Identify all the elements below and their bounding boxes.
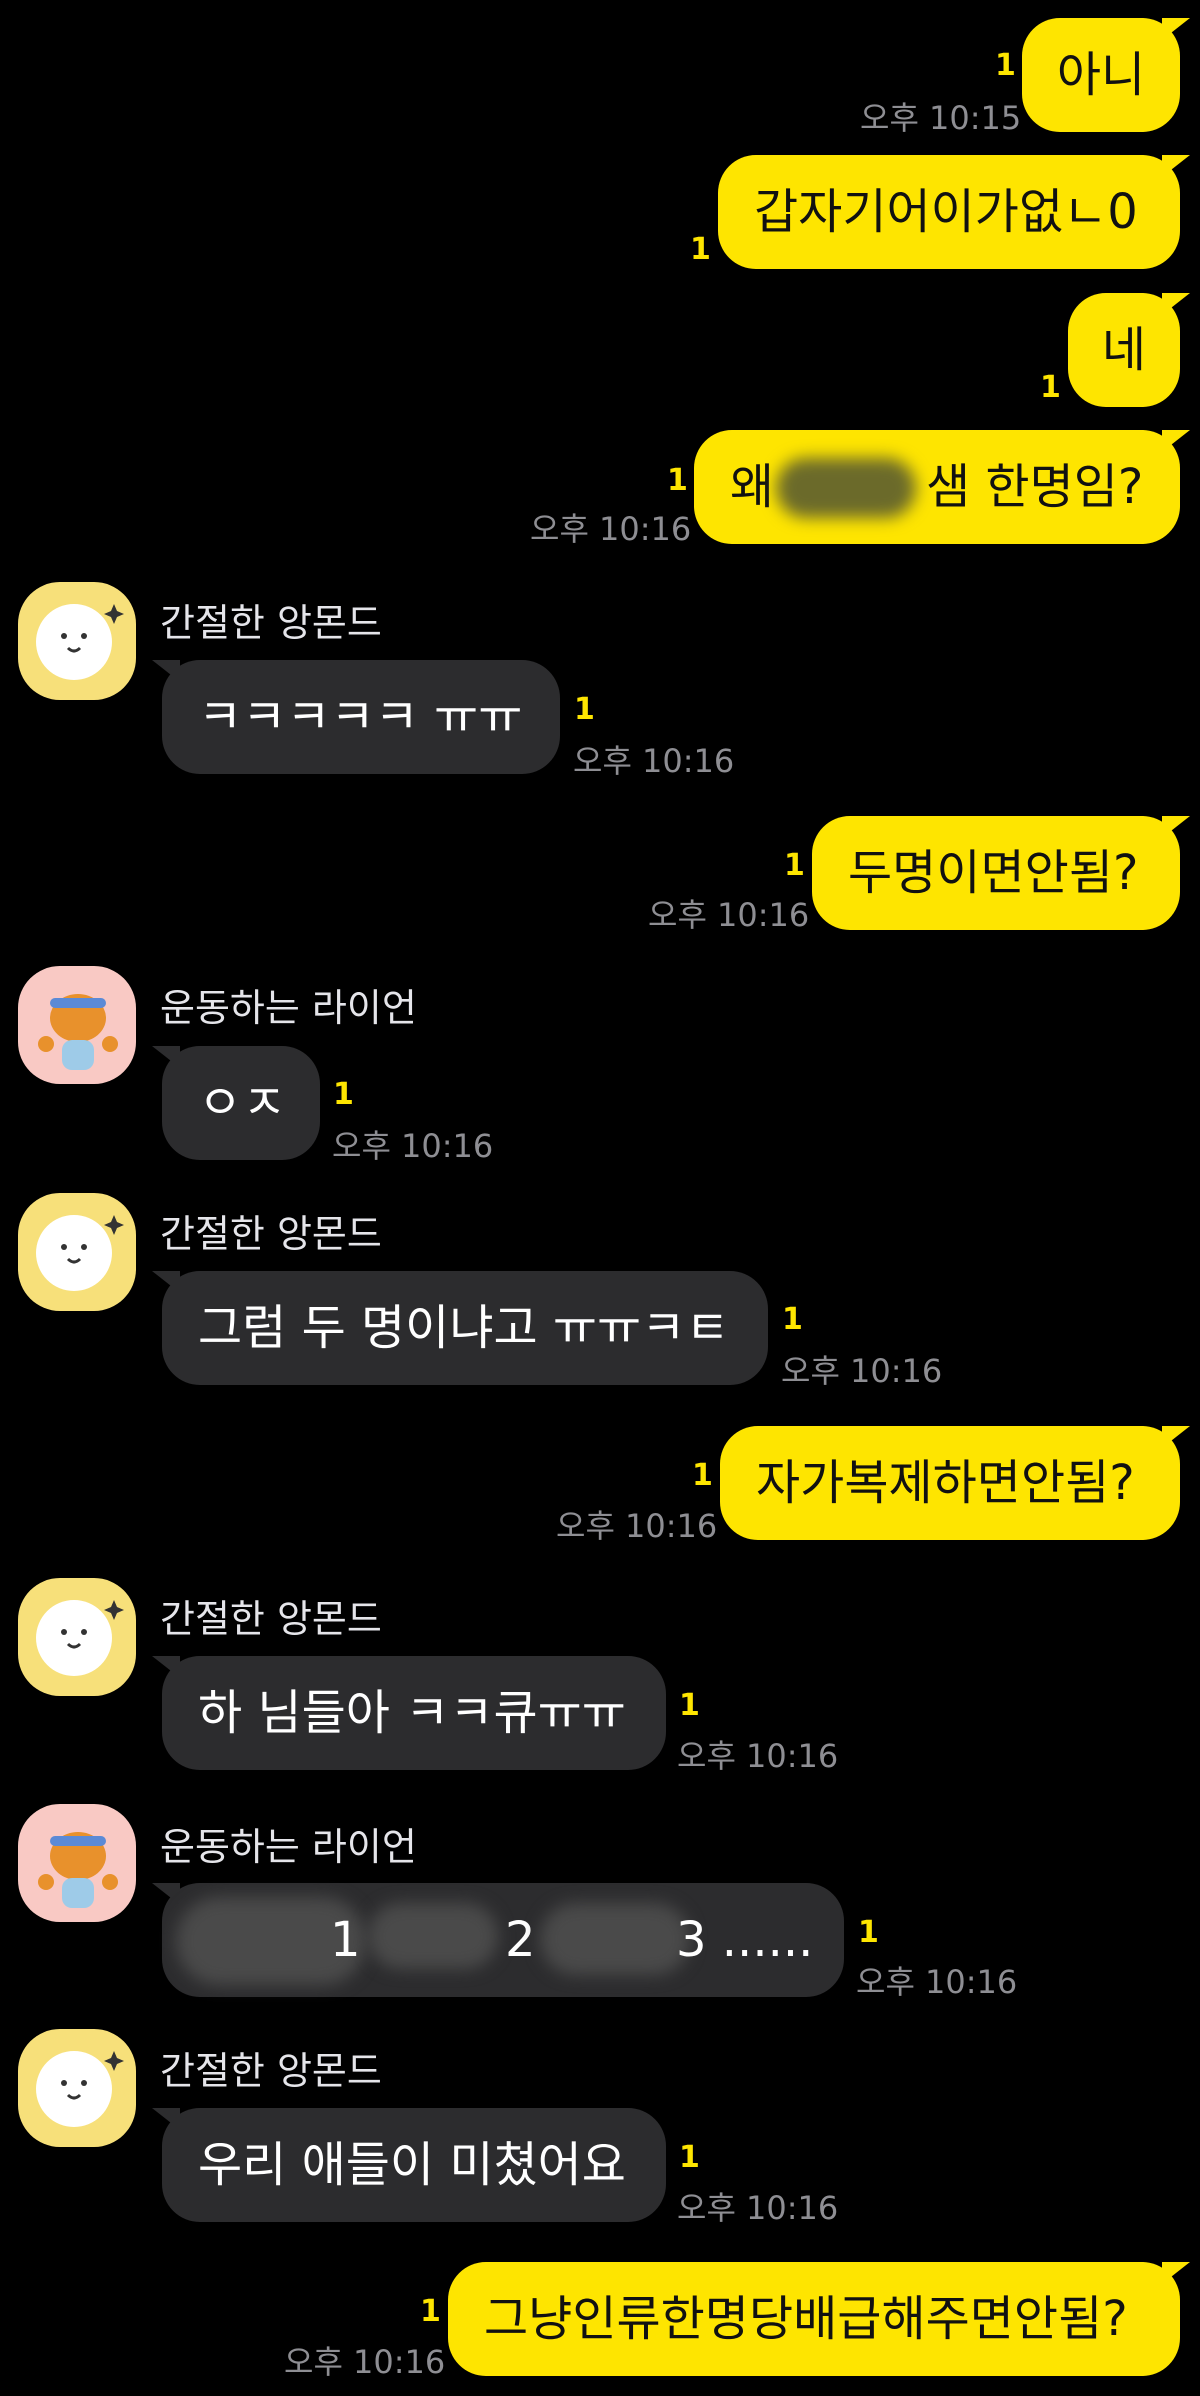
message-text: ㅇㅈ bbox=[198, 1075, 287, 1131]
timestamp: 오후 10:16 bbox=[648, 896, 810, 934]
unread-count: 1 bbox=[679, 1688, 700, 1723]
unread-count: 1 bbox=[333, 1077, 354, 1112]
timestamp: 오후 10:16 bbox=[677, 2189, 839, 2227]
message-text: 자가복제하면안됨? bbox=[756, 1455, 1135, 1511]
avatar-almond[interactable] bbox=[18, 582, 136, 700]
avatar-almond[interactable] bbox=[18, 2029, 136, 2147]
timestamp: 오후 10:16 bbox=[284, 2343, 446, 2381]
my-message-bubble[interactable]: 그냥인류한명당배급해주면안됨? bbox=[448, 2262, 1190, 2376]
ryan-character-icon bbox=[18, 1804, 136, 1922]
my-message-bubble[interactable]: 자가복제하면안됨? bbox=[720, 1426, 1190, 1540]
message-text: 2 bbox=[505, 1912, 536, 1968]
my-message-bubble[interactable]: 갑자기어이가없ㄴ0 bbox=[718, 155, 1190, 269]
my-message-bubble[interactable]: 아니 bbox=[1022, 18, 1190, 132]
message-text: 하 님들아 ㅋㅋ큐ㅠㅠ bbox=[198, 1685, 626, 1741]
avatar-ryan[interactable] bbox=[18, 1804, 136, 1922]
timestamp: 오후 10:16 bbox=[556, 1507, 718, 1545]
unread-count: 1 bbox=[679, 2140, 700, 2175]
almond-face-icon bbox=[18, 582, 136, 700]
message-text: 네 bbox=[1101, 322, 1147, 378]
message-text: 두명이면안됨? bbox=[848, 845, 1139, 901]
other-message-bubble[interactable]: 우리 애들이 미쳤어요 bbox=[152, 2108, 666, 2222]
unread-count: 1 bbox=[1040, 370, 1061, 405]
timestamp: 오후 10:16 bbox=[856, 1963, 1018, 2001]
redacted-text bbox=[368, 1903, 498, 1969]
timestamp: 오후 10:15 bbox=[860, 99, 1022, 137]
other-message-bubble[interactable]: ㅋㅋㅋㅋㅋ ㅠㅠ bbox=[152, 660, 560, 774]
message-text: 아니 bbox=[1056, 47, 1146, 103]
message-text: 왜 bbox=[730, 459, 775, 515]
unread-count: 1 bbox=[784, 848, 805, 883]
unread-count: 1 bbox=[858, 1915, 879, 1950]
almond-face-icon bbox=[18, 2029, 136, 2147]
message-text: ㅋㅋㅋㅋㅋ ㅠㅠ bbox=[198, 689, 523, 745]
unread-count: 1 bbox=[782, 1302, 803, 1337]
message-text: 그냥인류한명당배급해주면안됨? bbox=[484, 2291, 1128, 2347]
other-message-bubble[interactable]: 그럼 두 명이냐고 ㅠㅠㅋㅌ bbox=[152, 1271, 768, 1385]
timestamp: 오후 10:16 bbox=[677, 1737, 839, 1775]
redacted-text bbox=[776, 458, 916, 518]
my-message-bubble[interactable]: 네 bbox=[1068, 293, 1190, 407]
message-text: 1 bbox=[330, 1912, 361, 1968]
almond-face-icon bbox=[18, 1193, 136, 1311]
unread-count: 1 bbox=[690, 232, 711, 267]
almond-face-icon bbox=[18, 1578, 136, 1696]
ryan-character-icon bbox=[18, 966, 136, 1084]
other-message-bubble[interactable]: 1 2 3 ...... bbox=[152, 1883, 844, 1997]
unread-count: 1 bbox=[995, 48, 1016, 83]
sender-name: 간절한 앙몬드 bbox=[160, 1597, 382, 1641]
avatar-almond[interactable] bbox=[18, 1193, 136, 1311]
message-text: 샘 한명임? bbox=[926, 459, 1144, 515]
unread-count: 1 bbox=[420, 2294, 441, 2329]
other-message-bubble[interactable]: 하 님들아 ㅋㅋ큐ㅠㅠ bbox=[152, 1656, 666, 1770]
my-message-bubble[interactable]: 왜 샘 한명임? bbox=[694, 430, 1190, 544]
sender-name: 간절한 앙몬드 bbox=[160, 2049, 382, 2093]
redacted-text bbox=[540, 1903, 690, 1975]
message-text: 갑자기어이가없ㄴ0 bbox=[754, 184, 1138, 240]
sender-name: 운동하는 라이언 bbox=[160, 1825, 417, 1869]
my-message-bubble[interactable]: 두명이면안됨? bbox=[812, 816, 1190, 930]
message-text: 3 ...... bbox=[676, 1912, 814, 1968]
message-text: 우리 애들이 미쳤어요 bbox=[198, 2137, 626, 2193]
sender-name: 간절한 앙몬드 bbox=[160, 1212, 382, 1256]
unread-count: 1 bbox=[574, 692, 595, 727]
avatar-ryan[interactable] bbox=[18, 966, 136, 1084]
message-text: 그럼 두 명이냐고 ㅠㅠㅋㅌ bbox=[198, 1300, 730, 1356]
timestamp: 오후 10:16 bbox=[332, 1127, 494, 1165]
timestamp: 오후 10:16 bbox=[573, 742, 735, 780]
sender-name: 운동하는 라이언 bbox=[160, 986, 417, 1030]
avatar-almond[interactable] bbox=[18, 1578, 136, 1696]
unread-count: 1 bbox=[692, 1458, 713, 1493]
other-message-bubble[interactable]: ㅇㅈ bbox=[152, 1046, 320, 1160]
timestamp: 오후 10:16 bbox=[781, 1352, 943, 1390]
timestamp: 오후 10:16 bbox=[530, 510, 692, 548]
unread-count: 1 bbox=[667, 463, 688, 498]
sender-name: 간절한 앙몬드 bbox=[160, 601, 382, 645]
